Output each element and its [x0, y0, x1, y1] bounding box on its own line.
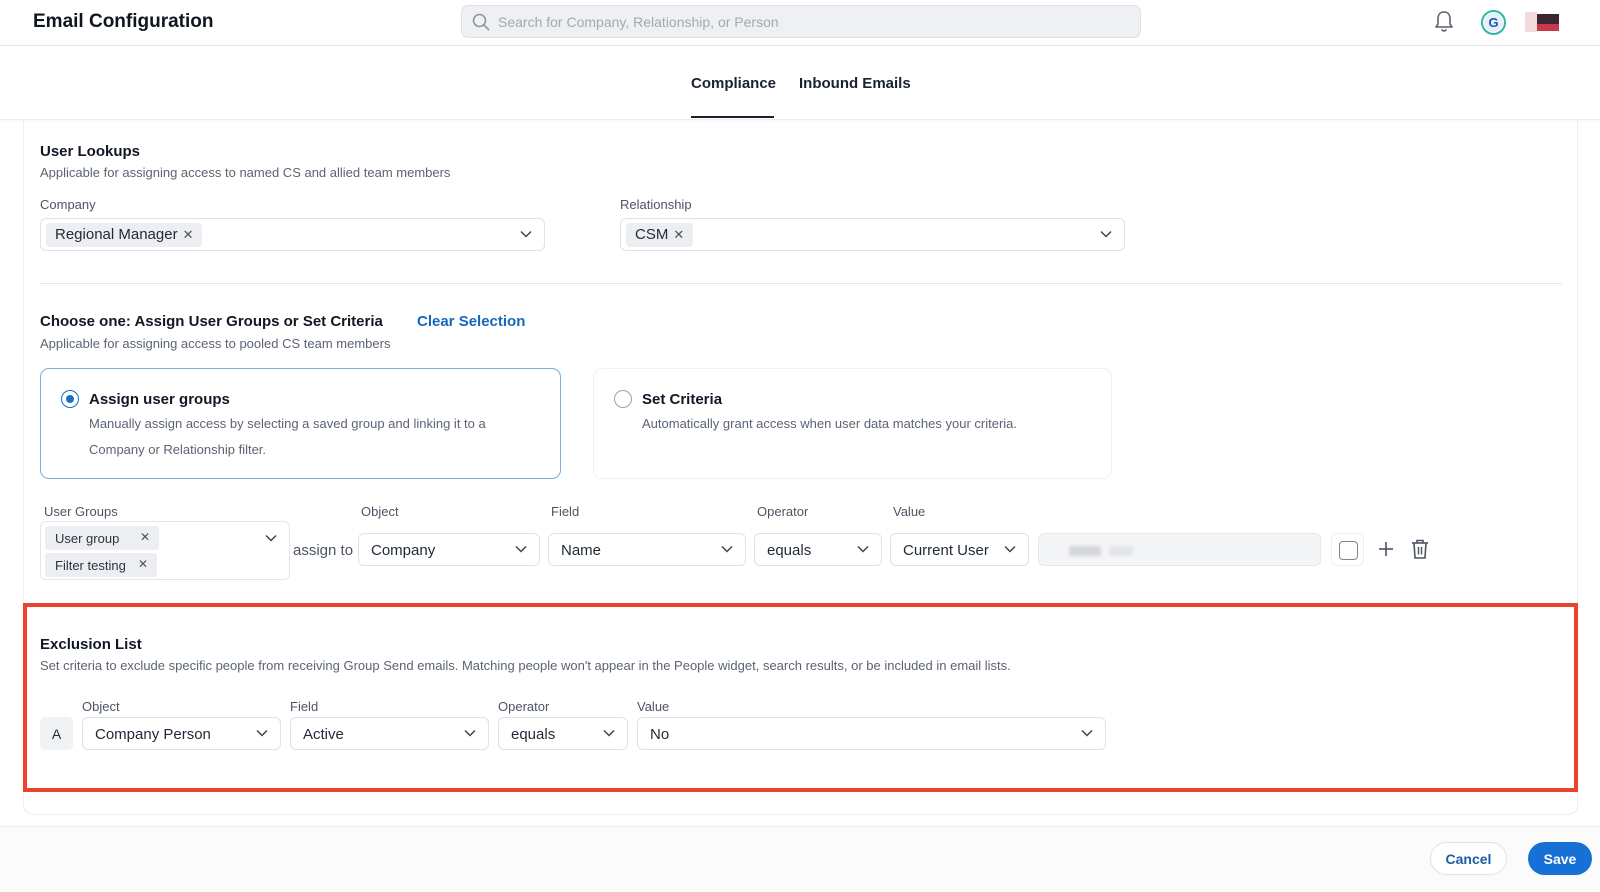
exclusion-list-highlight	[23, 603, 1578, 792]
avatar-letter: G	[1484, 13, 1503, 32]
search-input[interactable]	[498, 6, 1128, 37]
chevron-down-icon	[464, 729, 476, 737]
assign-section-title: Choose one: Assign User Groups or Set Cr…	[40, 313, 383, 330]
value-label: Value	[893, 504, 926, 519]
chevron-down-icon	[1004, 545, 1016, 553]
value-input-redacted[interactable]	[1038, 533, 1321, 566]
exclusion-value-select[interactable]: No	[637, 717, 1106, 750]
exclusion-list-description: Set criteria to exclude specific people …	[40, 658, 1011, 673]
assign-user-groups-radio[interactable]	[61, 390, 79, 408]
remove-chip-icon[interactable]: ✕	[183, 227, 194, 242]
assign-user-groups-desc-line1: Manually assign access by selecting a sa…	[89, 416, 486, 431]
value-value: Current User	[903, 542, 989, 559]
exclusion-object-value: Company Person	[95, 726, 211, 743]
chevron-down-icon	[520, 230, 532, 238]
set-criteria-description: Automatically grant access when user dat…	[642, 416, 1018, 431]
company-chip-label: Regional Manager	[55, 226, 178, 243]
chevron-down-icon	[515, 545, 527, 553]
clear-selection-link[interactable]: Clear Selection	[417, 313, 525, 330]
filter-testing-chip-label: Filter testing	[55, 558, 126, 573]
object-label: Object	[361, 504, 399, 519]
active-tab-indicator	[691, 116, 774, 118]
flag-icon[interactable]	[1525, 12, 1559, 32]
company-select[interactable]: Regional Manager ✕	[40, 218, 545, 251]
assign-section-description: Applicable for assigning access to poole…	[40, 336, 391, 351]
exclusion-field-select[interactable]: Active	[290, 717, 489, 750]
save-button[interactable]: Save	[1528, 842, 1592, 875]
chevron-down-icon	[721, 545, 733, 553]
relationship-select[interactable]: CSM ✕	[620, 218, 1125, 251]
chevron-down-icon	[256, 729, 268, 737]
assign-to-label: assign to	[293, 542, 354, 559]
remove-chip-icon[interactable]: ✕	[138, 557, 148, 571]
user-avatar[interactable]: G	[1481, 10, 1506, 35]
chevron-down-icon	[265, 534, 277, 542]
exclusion-operator-value: equals	[511, 726, 556, 743]
set-criteria-radio[interactable]	[614, 390, 632, 408]
exclusion-object-label: Object	[82, 699, 120, 714]
relationship-chip: CSM ✕	[626, 223, 694, 247]
exclusion-value-label: Value	[637, 699, 670, 714]
field-value: Name	[561, 542, 602, 559]
global-search[interactable]	[461, 5, 1141, 38]
redacted-text	[1109, 546, 1133, 556]
operator-select[interactable]: equals	[754, 533, 882, 566]
exclusion-object-select[interactable]: Company Person	[82, 717, 281, 750]
row-checkbox[interactable]	[1339, 541, 1358, 560]
notification-bell-icon[interactable]	[1433, 10, 1455, 34]
value-select[interactable]: Current User	[890, 533, 1029, 566]
assign-user-groups-option[interactable]: Assign user groups Manually assign acces…	[40, 368, 561, 479]
checkbox-container	[1331, 533, 1364, 566]
chevron-down-icon	[1100, 230, 1112, 238]
relationship-chip-label: CSM	[635, 226, 669, 243]
chevron-down-icon	[603, 729, 615, 737]
footer-bar	[0, 826, 1600, 892]
user-group-chip: User group ✕	[45, 526, 159, 550]
tab-compliance[interactable]: Compliance	[691, 75, 776, 92]
chevron-down-icon	[1081, 729, 1093, 737]
tab-inbound-emails[interactable]: Inbound Emails	[799, 75, 911, 92]
exclusion-operator-label: Operator	[498, 699, 550, 714]
object-value: Company	[371, 542, 436, 559]
user-lookups-title: User Lookups	[40, 143, 141, 160]
exclusion-operator-select[interactable]: equals	[498, 717, 628, 750]
top-header: Email Configuration G	[0, 0, 1600, 46]
assign-user-groups-title: Assign user groups	[89, 391, 230, 408]
user-groups-select[interactable]: User group ✕ Filter testing ✕	[40, 521, 290, 580]
exclusion-field-label: Field	[290, 699, 319, 714]
exclusion-list-title: Exclusion List	[40, 636, 142, 653]
exclusion-value-value: No	[650, 726, 670, 743]
assign-user-groups-desc-line2: Company or Relationship filter.	[89, 442, 267, 457]
operator-value: equals	[767, 542, 812, 559]
user-groups-label: User Groups	[44, 504, 118, 519]
remove-chip-icon[interactable]: ✕	[140, 530, 150, 544]
trash-icon[interactable]	[1410, 538, 1430, 560]
plus-icon[interactable]	[1377, 540, 1395, 558]
filter-testing-chip: Filter testing ✕	[45, 553, 157, 577]
set-criteria-option[interactable]: Set Criteria Automatically grant access …	[593, 368, 1112, 479]
page-title: Email Configuration	[33, 11, 214, 32]
user-group-chip-label: User group	[55, 531, 120, 546]
redacted-text	[1069, 546, 1101, 556]
company-chip: Regional Manager ✕	[46, 223, 203, 247]
tab-bar: Compliance Inbound Emails	[0, 46, 1600, 120]
chevron-down-icon	[857, 545, 869, 553]
relationship-label: Relationship	[620, 197, 692, 212]
section-divider	[40, 283, 1562, 284]
exclusion-field-value: Active	[303, 726, 344, 743]
search-icon	[472, 13, 490, 31]
user-lookups-description: Applicable for assigning access to named…	[40, 165, 451, 180]
field-select[interactable]: Name	[548, 533, 746, 566]
remove-chip-icon[interactable]: ✕	[673, 227, 684, 242]
operator-label: Operator	[757, 504, 809, 519]
object-select[interactable]: Company	[358, 533, 540, 566]
set-criteria-title: Set Criteria	[642, 391, 723, 408]
company-label: Company	[40, 197, 96, 212]
criteria-row-letter: A	[40, 717, 73, 750]
cancel-button[interactable]: Cancel	[1430, 842, 1507, 875]
field-label: Field	[551, 504, 580, 519]
